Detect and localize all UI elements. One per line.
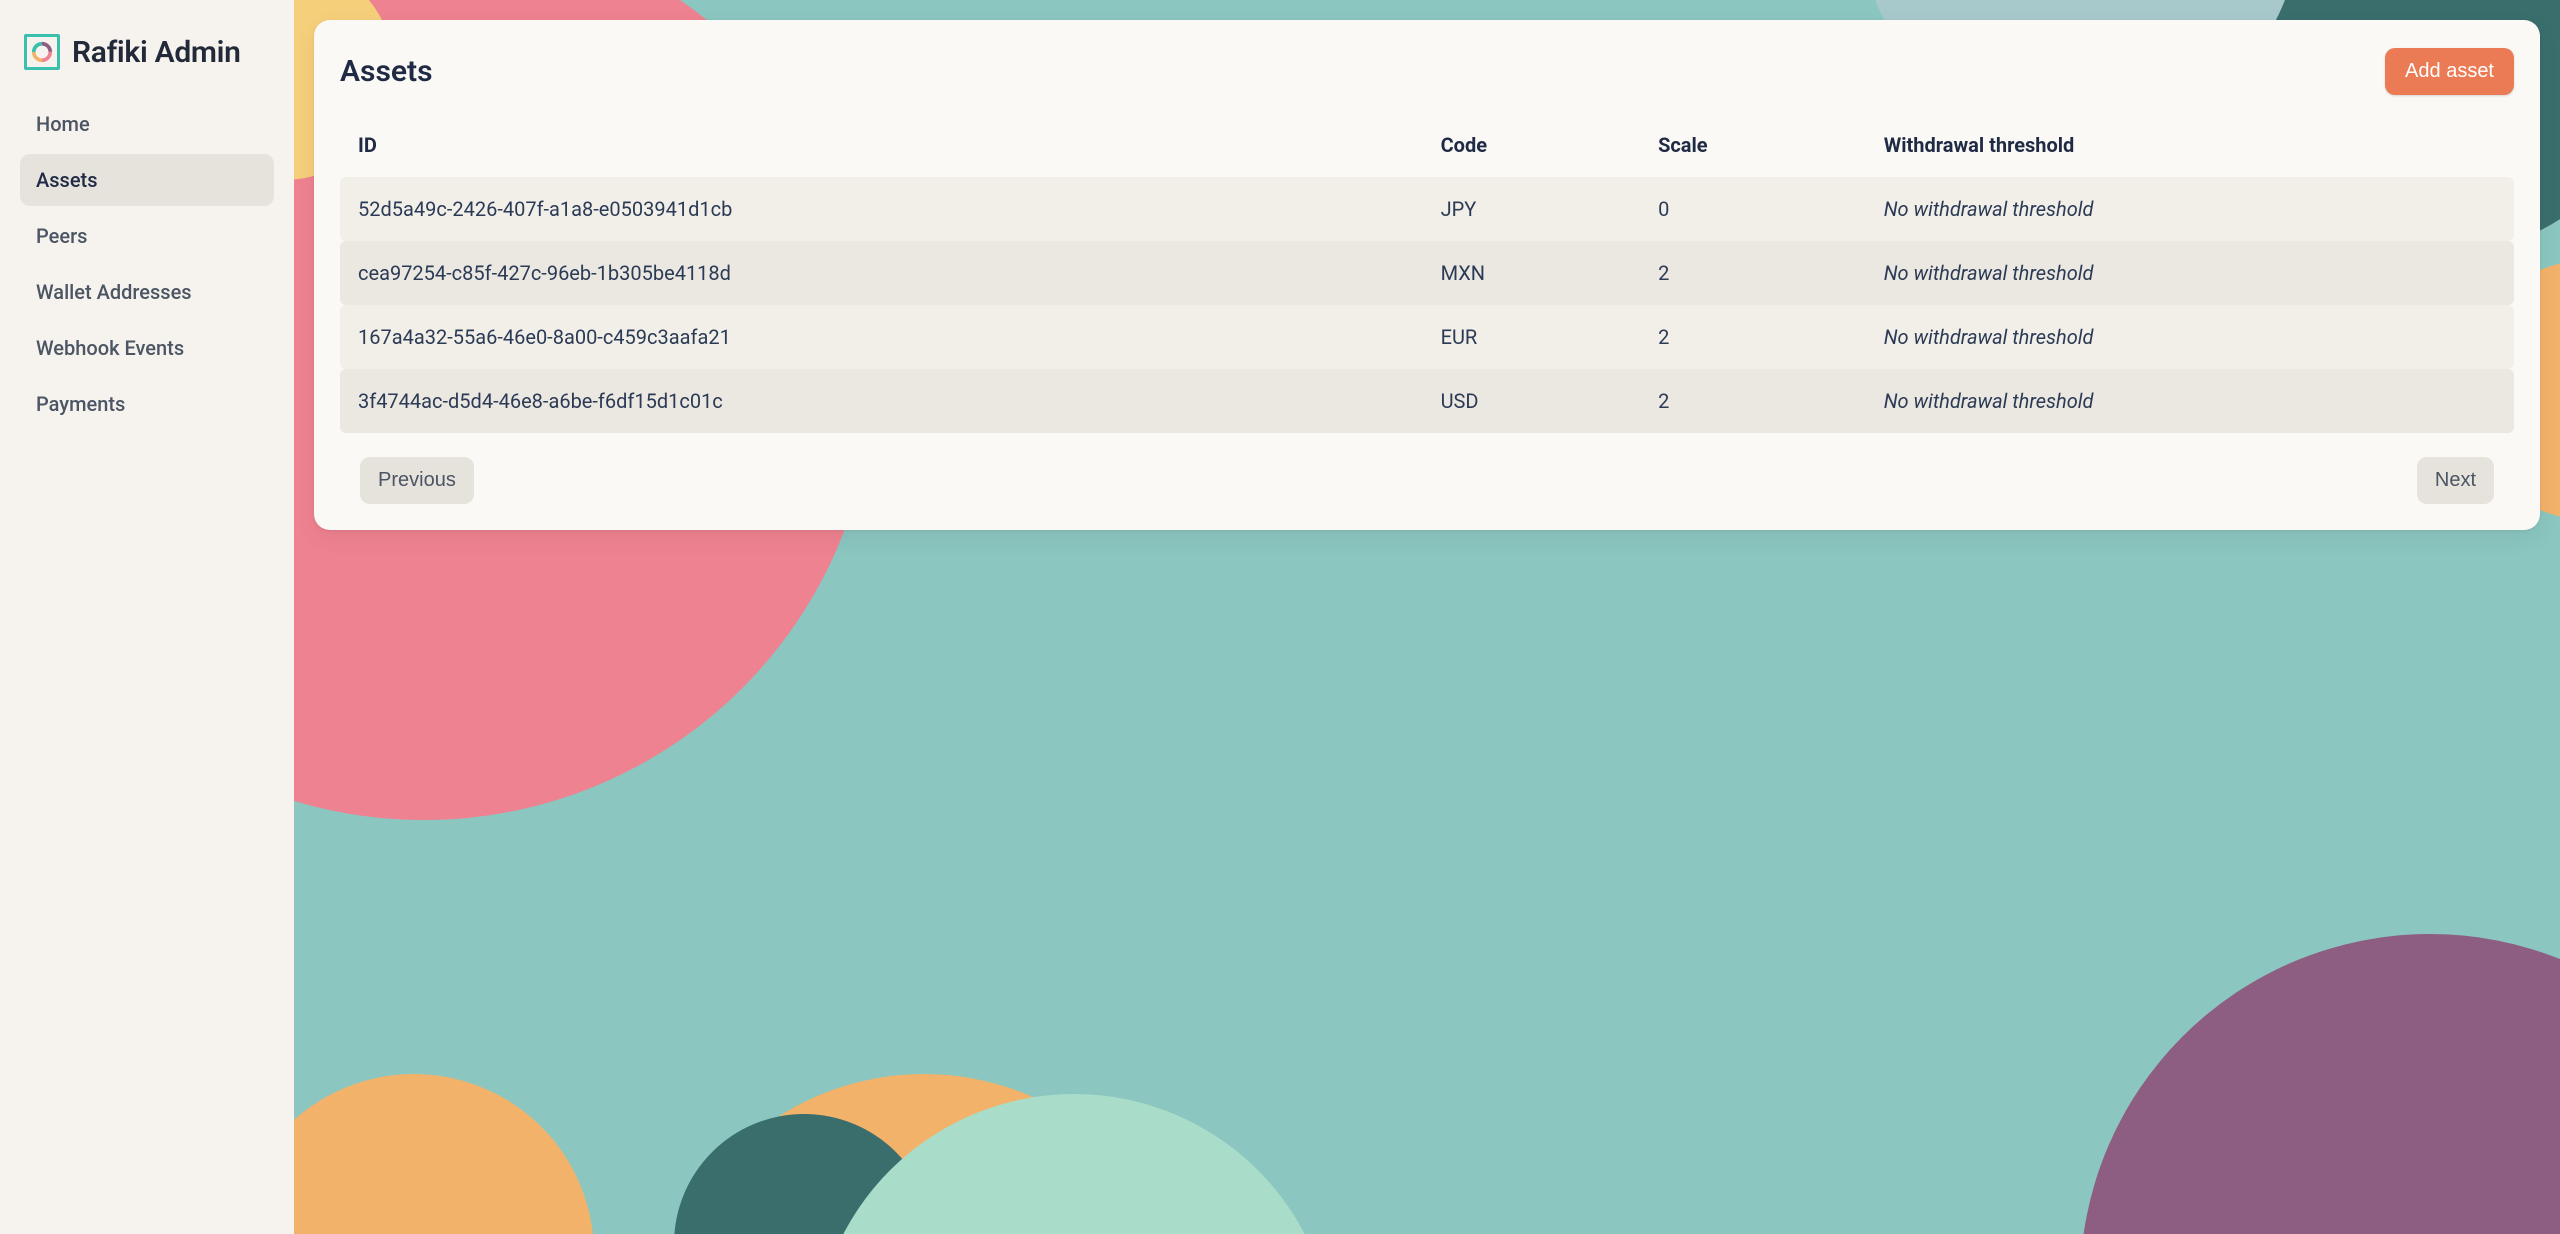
cell-threshold: No withdrawal threshold xyxy=(1866,241,2514,305)
table-row[interactable]: 52d5a49c-2426-407f-a1a8-e0503941d1cb JPY… xyxy=(340,177,2514,241)
cell-threshold: No withdrawal threshold xyxy=(1866,177,2514,241)
cell-code: EUR xyxy=(1423,305,1640,369)
col-threshold: Withdrawal threshold xyxy=(1866,117,2514,177)
cell-code: USD xyxy=(1423,369,1640,433)
assets-card: Assets Add asset ID Code Scale Withdrawa… xyxy=(314,20,2540,530)
next-button[interactable]: Next xyxy=(2417,457,2494,504)
col-code: Code xyxy=(1423,117,1640,177)
table-row[interactable]: cea97254-c85f-427c-96eb-1b305be4118d MXN… xyxy=(340,241,2514,305)
card-header: Assets Add asset xyxy=(340,48,2514,95)
table-row[interactable]: 167a4a32-55a6-46e0-8a00-c459c3aafa21 EUR… xyxy=(340,305,2514,369)
col-id: ID xyxy=(340,117,1423,177)
sidebar: Rafiki Admin Home Assets Peers Wallet Ad… xyxy=(0,0,294,1234)
cell-threshold: No withdrawal threshold xyxy=(1866,305,2514,369)
sidebar-item-peers[interactable]: Peers xyxy=(20,210,274,262)
cell-scale: 2 xyxy=(1640,241,1866,305)
pagination: Previous Next xyxy=(340,457,2514,504)
table-row[interactable]: 3f4744ac-d5d4-46e8-a6be-f6df15d1c01c USD… xyxy=(340,369,2514,433)
add-asset-button[interactable]: Add asset xyxy=(2385,48,2514,95)
cell-threshold: No withdrawal threshold xyxy=(1866,369,2514,433)
sidebar-item-assets[interactable]: Assets xyxy=(20,154,274,206)
cell-id: 167a4a32-55a6-46e0-8a00-c459c3aafa21 xyxy=(340,305,1423,369)
cell-id: 3f4744ac-d5d4-46e8-a6be-f6df15d1c01c xyxy=(340,369,1423,433)
cell-code: MXN xyxy=(1423,241,1640,305)
cell-scale: 2 xyxy=(1640,369,1866,433)
assets-table: ID Code Scale Withdrawal threshold 52d5a… xyxy=(340,117,2514,433)
brand-logo-icon xyxy=(24,34,60,70)
cell-code: JPY xyxy=(1423,177,1640,241)
sidebar-item-payments[interactable]: Payments xyxy=(20,378,274,430)
page-title: Assets xyxy=(340,54,433,89)
cell-scale: 0 xyxy=(1640,177,1866,241)
cell-id: cea97254-c85f-427c-96eb-1b305be4118d xyxy=(340,241,1423,305)
brand-title: Rafiki Admin xyxy=(72,35,241,70)
sidebar-item-home[interactable]: Home xyxy=(20,98,274,150)
cell-id: 52d5a49c-2426-407f-a1a8-e0503941d1cb xyxy=(340,177,1423,241)
sidebar-item-webhook-events[interactable]: Webhook Events xyxy=(20,322,274,374)
cell-scale: 2 xyxy=(1640,305,1866,369)
col-scale: Scale xyxy=(1640,117,1866,177)
main: Assets Add asset ID Code Scale Withdrawa… xyxy=(294,0,2560,1234)
sidebar-nav: Home Assets Peers Wallet Addresses Webho… xyxy=(20,98,274,430)
sidebar-item-wallet-addresses[interactable]: Wallet Addresses xyxy=(20,266,274,318)
brand[interactable]: Rafiki Admin xyxy=(20,34,274,70)
previous-button[interactable]: Previous xyxy=(360,457,474,504)
table-header-row: ID Code Scale Withdrawal threshold xyxy=(340,117,2514,177)
